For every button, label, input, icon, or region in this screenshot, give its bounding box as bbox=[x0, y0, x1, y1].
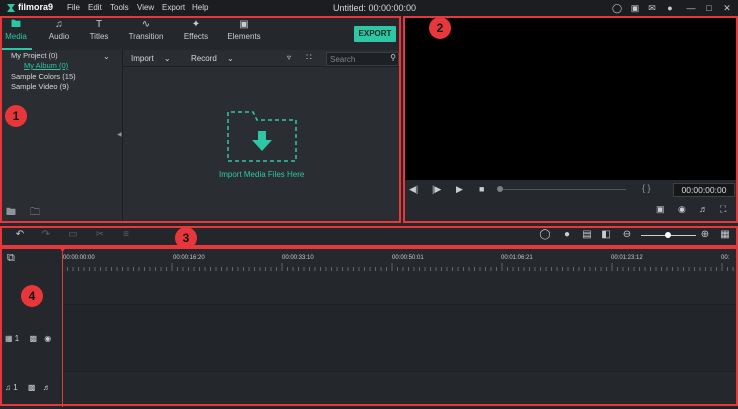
menu-help[interactable]: Help bbox=[192, 3, 208, 12]
annotation-box-3 bbox=[0, 226, 738, 247]
annotation-badge-2: 2 bbox=[429, 17, 451, 39]
annotation-badge-4: 4 bbox=[21, 285, 43, 307]
user-icon[interactable]: ◯ bbox=[612, 3, 622, 13]
menu-export[interactable]: Export bbox=[162, 3, 185, 12]
annotation-box-4 bbox=[0, 247, 738, 406]
mail-icon[interactable]: ✉ bbox=[647, 3, 657, 13]
annotation-badge-3: 3 bbox=[175, 227, 197, 249]
window-title: Untitled: 00:00:00:00 bbox=[333, 3, 417, 13]
menu-edit[interactable]: Edit bbox=[88, 3, 102, 12]
save-icon[interactable]: ▣ bbox=[630, 3, 640, 13]
minimize-icon[interactable]: — bbox=[686, 3, 696, 13]
annotation-box-2 bbox=[403, 16, 738, 223]
annotation-badge-1: 1 bbox=[5, 105, 27, 127]
close-icon[interactable]: ✕ bbox=[722, 3, 732, 13]
menu-view[interactable]: View bbox=[137, 3, 154, 12]
maximize-icon[interactable]: □ bbox=[704, 3, 714, 13]
microphone-icon[interactable]: ● bbox=[665, 3, 675, 13]
filmora-logo-icon bbox=[7, 4, 15, 12]
menu-tools[interactable]: Tools bbox=[110, 3, 129, 12]
menu-file[interactable]: File bbox=[67, 3, 80, 12]
annotation-box-1 bbox=[0, 16, 401, 223]
app-name: filmora9 bbox=[18, 2, 54, 12]
